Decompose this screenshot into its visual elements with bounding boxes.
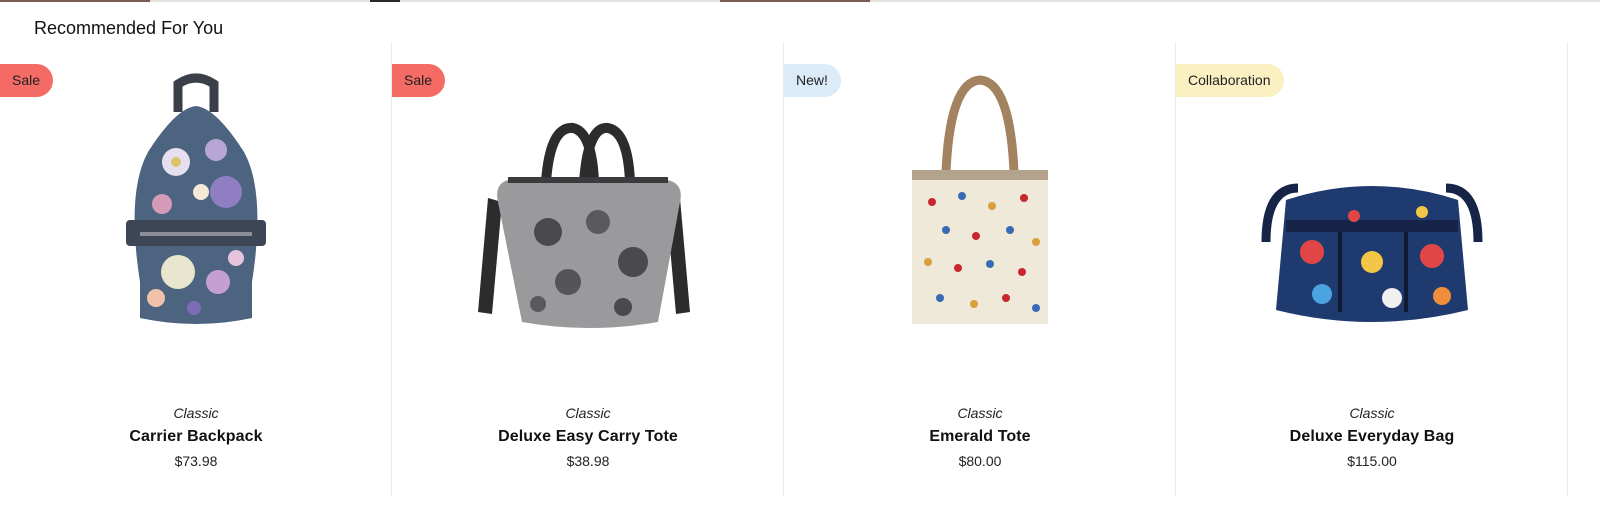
product-card-carrier-backpack[interactable]: Sale Classic Carrier Backpack $73.98 — [0, 42, 392, 496]
product-card-emerald-tote[interactable]: New! Classic Emerald Tote $80.00 — [784, 42, 1176, 496]
new-badge: New! — [784, 64, 841, 97]
product-price: $115.00 — [1347, 453, 1397, 469]
sale-badge: Sale — [392, 64, 446, 97]
cream-flower-print-tote-image — [912, 75, 1048, 324]
product-collection: Classic — [565, 405, 611, 421]
top-accent-segment — [720, 0, 870, 2]
top-accent-segment — [0, 0, 150, 2]
top-accent-segment — [370, 0, 400, 2]
product-name[interactable]: Emerald Tote — [784, 428, 1176, 446]
product-name[interactable]: Carrier Backpack — [0, 428, 392, 446]
product-price: $38.98 — [566, 453, 610, 469]
product-collection: Classic — [957, 405, 1003, 421]
product-collection: Classic — [1349, 405, 1395, 421]
sale-badge: Sale — [0, 64, 54, 97]
section-title: Recommended For You — [34, 18, 224, 38]
product-card-deluxe-easy-carry-tote[interactable]: Sale Classic Deluxe Easy Carry Tote $38.… — [392, 42, 784, 496]
floral-backpack-image — [126, 73, 266, 324]
product-card-deluxe-everyday-bag[interactable]: Collaboration Classic Deluxe Everyday Ba… — [1176, 42, 1568, 496]
navy-patch-print-bag-image — [1261, 183, 1483, 322]
product-name[interactable]: Deluxe Everyday Bag — [1176, 428, 1568, 446]
product-name[interactable]: Deluxe Easy Carry Tote — [392, 428, 784, 446]
product-collection: Classic — [173, 405, 219, 421]
product-price: $80.00 — [958, 453, 1002, 469]
product-price: $73.98 — [174, 453, 218, 469]
gray-plaid-floral-tote-image — [478, 123, 690, 328]
product-grid: Sale Classic Carrier Backpack $73.98 Sal… — [0, 42, 1568, 496]
top-accent-bar — [0, 0, 1600, 2]
